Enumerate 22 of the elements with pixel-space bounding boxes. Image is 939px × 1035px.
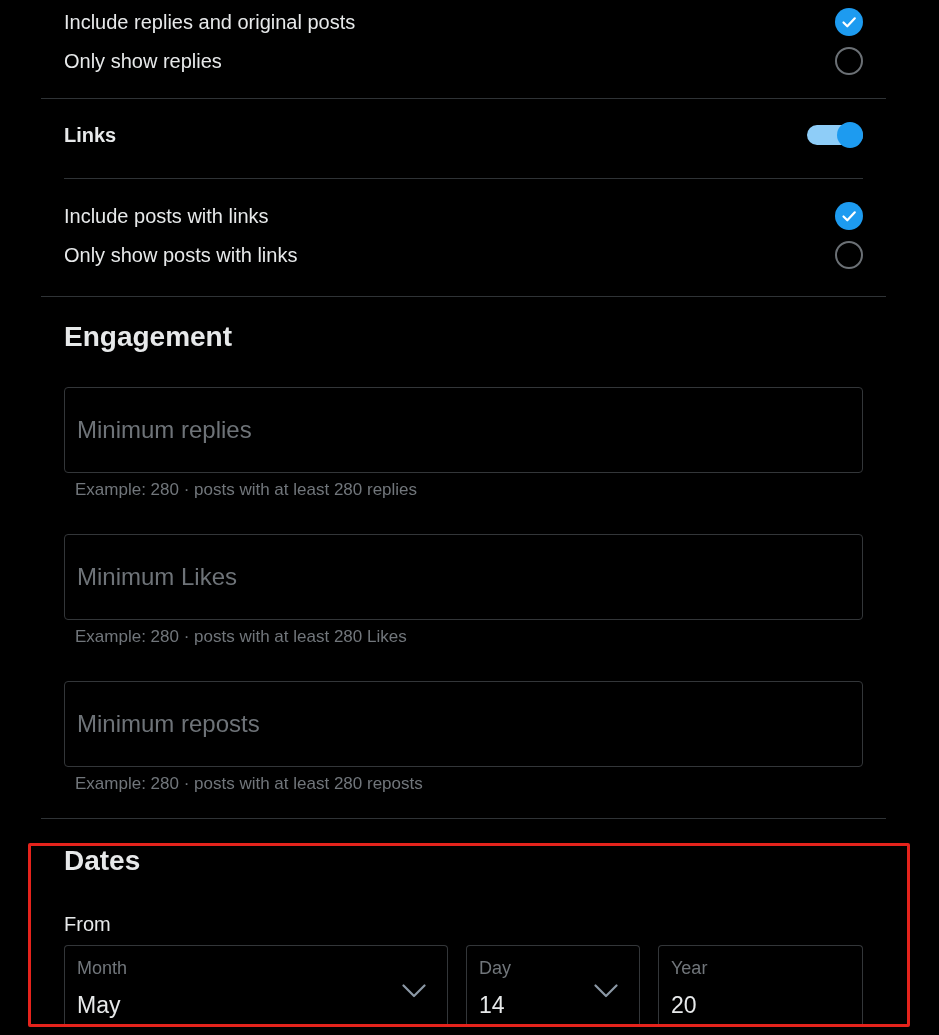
toggle-switch[interactable] <box>807 122 863 148</box>
radio-button[interactable] <box>835 46 863 75</box>
option-label: Include replies and original posts <box>64 9 356 34</box>
section-heading: Dates <box>64 846 141 876</box>
helper-text: Example: 280 · posts with at least 280 Likes <box>75 627 407 647</box>
option-label: Only show replies <box>64 48 222 73</box>
field-label: From <box>64 912 111 936</box>
helper-text: Example: 280 · posts with at least 280 replies <box>75 480 418 500</box>
date-select[interactable]: Month May <box>64 945 448 1024</box>
section-title: Links <box>64 123 117 147</box>
input-field[interactable]: Minimum replies <box>64 387 863 473</box>
input-field[interactable]: Minimum reposts <box>64 681 863 767</box>
radio-button[interactable] <box>835 240 863 269</box>
date-select[interactable]: Year 20 <box>658 945 863 1024</box>
radio-button[interactable] <box>835 7 863 36</box>
section-heading: Engagement <box>64 321 233 353</box>
radio-button[interactable] <box>835 201 863 230</box>
date-select[interactable]: Day 14 <box>466 945 640 1024</box>
helper-text: Example: 280 · posts with at least 280 reposts <box>75 774 423 794</box>
input-field[interactable]: Minimum Likes <box>64 534 863 620</box>
option-label: Include posts with links <box>64 203 269 228</box>
option-label: Only show posts with links <box>64 242 298 267</box>
